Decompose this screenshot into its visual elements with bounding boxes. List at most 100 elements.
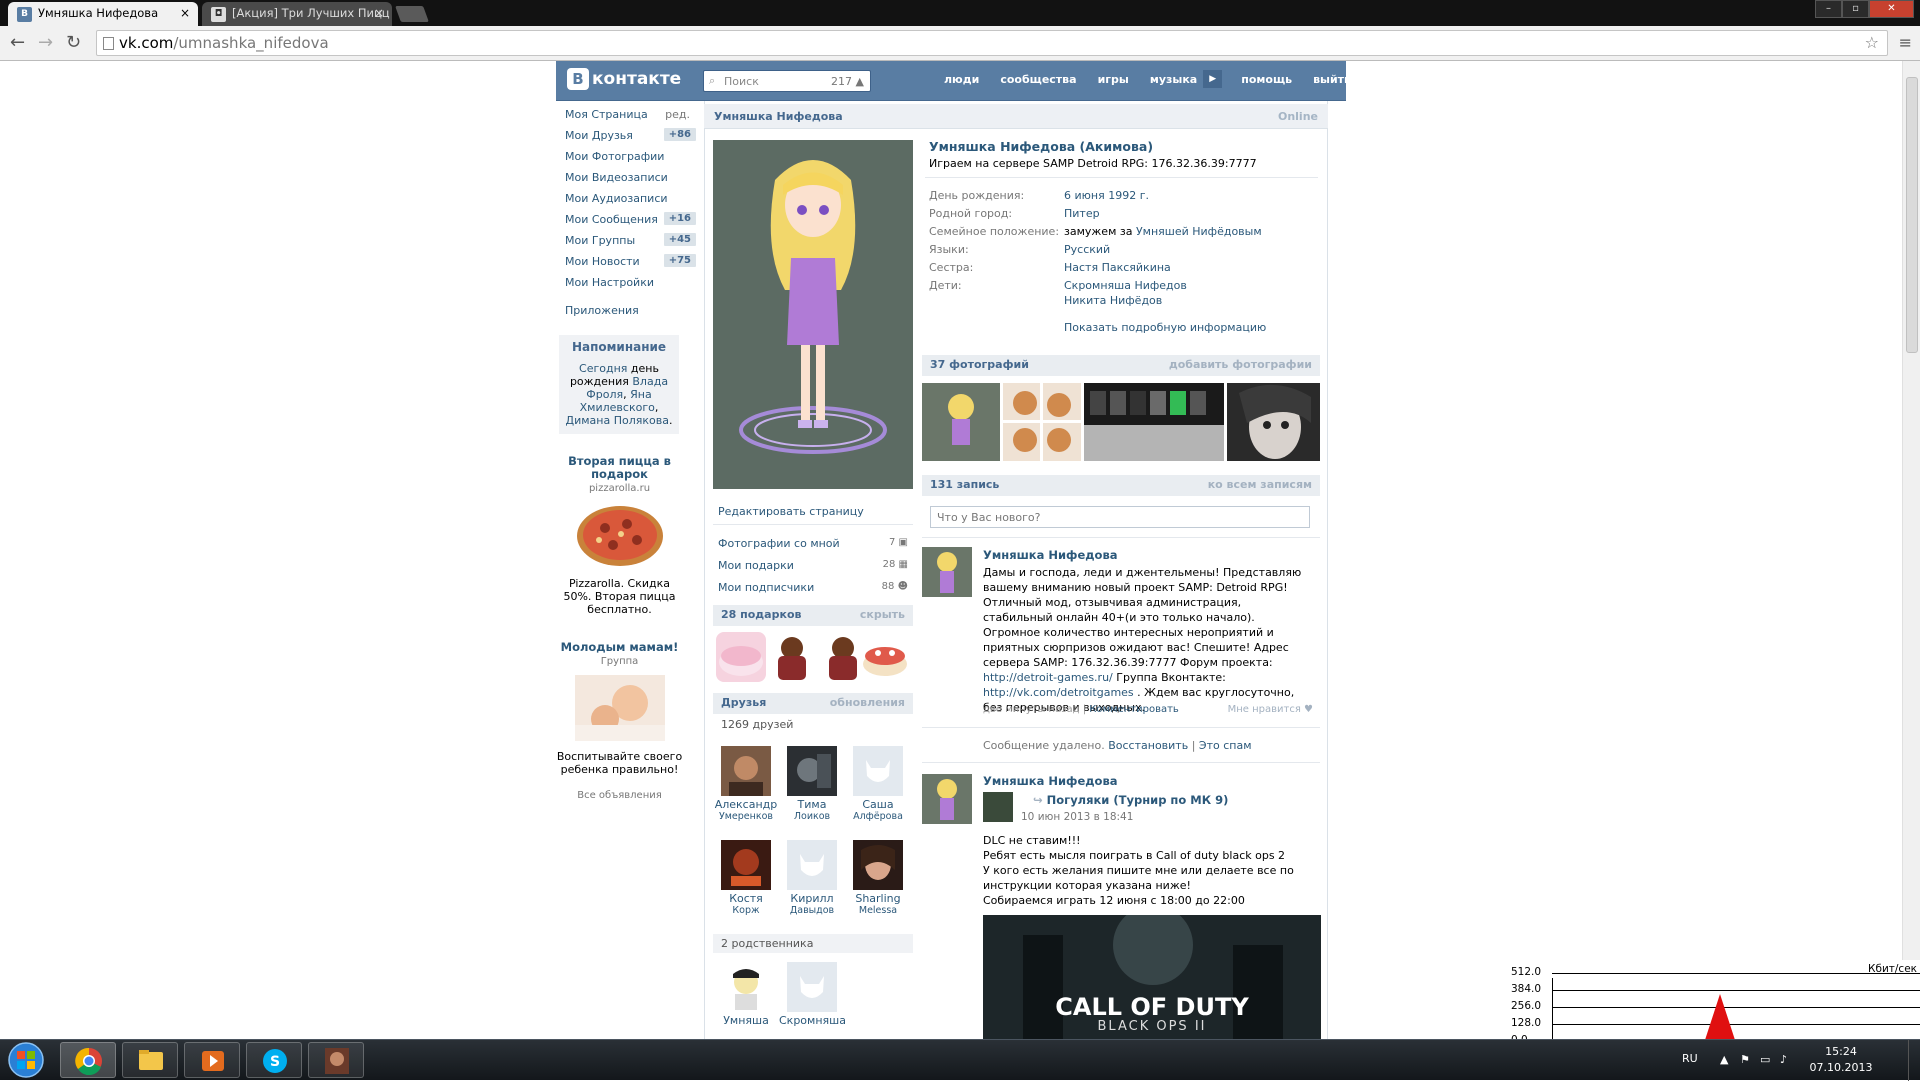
default-avatar-icon[interactable] [787, 962, 837, 1012]
game-taskbar-button[interactable] [308, 1042, 364, 1078]
vk-logo[interactable]: Bконтакте [567, 68, 681, 94]
repost-date[interactable]: 10 июн 2013 в 18:41 [1021, 811, 1133, 823]
post-author-avatar[interactable] [922, 547, 972, 597]
all-ads-link[interactable]: Все объявления [556, 790, 683, 801]
baby-image[interactable] [574, 675, 665, 741]
menu-my-messages[interactable]: Мои Сообщения +16 [556, 210, 696, 231]
my-gifts-link[interactable]: Мои подарки 28 ▦ [718, 559, 908, 572]
friends-updates-link[interactable]: обновления [830, 696, 905, 709]
search-input[interactable]: ⌕ Поиск 217 ▲ [703, 70, 871, 92]
post-author[interactable]: Умняшка Нифедова [983, 774, 1118, 788]
friend-card[interactable]: Александр Умеренков [713, 746, 779, 822]
menu-my-settings[interactable]: Мои Настройки [556, 273, 696, 294]
friend-first-name[interactable]: Александр [713, 799, 779, 811]
like-button[interactable]: Мне нравится ♥ [1228, 704, 1313, 715]
pizza-image[interactable] [575, 500, 665, 568]
repost-group-avatar[interactable] [983, 792, 1013, 822]
spam-link[interactable]: Это спам [1199, 739, 1252, 752]
default-avatar-icon[interactable] [787, 840, 837, 890]
relative-card[interactable]: Умняша [713, 962, 779, 1027]
gift-cake-icon[interactable] [860, 632, 910, 682]
show-desktop-button[interactable] [1908, 1040, 1920, 1081]
nav-people[interactable]: люди [944, 73, 979, 88]
forward-arrow-icon[interactable]: → [38, 32, 53, 53]
start-button-icon[interactable] [4, 1041, 48, 1079]
menu-apps[interactable]: Приложения [556, 301, 696, 322]
edit-page-link[interactable]: Редактировать страницу [718, 505, 864, 518]
clock-date[interactable]: 07.10.2013 [1806, 1061, 1876, 1074]
friend-card[interactable]: Sharling Melessa [845, 840, 911, 916]
page-scrollbar[interactable] [1902, 61, 1920, 1039]
profile-avatar[interactable] [713, 140, 913, 489]
gifts-header[interactable]: 28 подарков скрыть [713, 605, 913, 626]
my-followers-link[interactable]: Мои подписчики 88 ☻ [718, 581, 908, 594]
close-window-button[interactable]: ✕ [1869, 0, 1914, 18]
edit-link[interactable]: ред. [665, 108, 690, 121]
friend-last-name[interactable]: Melessa [845, 905, 911, 916]
minimize-button[interactable]: – [1815, 0, 1842, 18]
relative-avatar[interactable] [721, 962, 771, 1012]
hide-gifts-link[interactable]: скрыть [860, 608, 905, 621]
friend-avatar[interactable] [853, 840, 903, 890]
photos-header[interactable]: 37 фотографий добавить фотографии [922, 355, 1320, 376]
new-post-input[interactable]: Что у Вас нового? [930, 506, 1310, 528]
friend-last-name[interactable]: Лоиков [779, 811, 845, 822]
default-avatar-icon[interactable] [853, 746, 903, 796]
all-posts-link[interactable]: ко всем записям [1208, 478, 1312, 491]
tab-inactive[interactable]: ◘ [Акция] Три Лучших Пицц × [202, 2, 392, 26]
nav-communities[interactable]: сообщества [1000, 73, 1076, 88]
friend-first-name[interactable]: Костя [713, 893, 779, 905]
reload-icon[interactable]: ↻ [66, 32, 81, 53]
maximize-button[interactable]: ▫ [1842, 0, 1869, 18]
ad-title[interactable]: Молодым мамам! [556, 641, 683, 654]
menu-my-friends[interactable]: Мои Друзья +86 [556, 126, 696, 147]
tab-active[interactable]: B Умняшка Нифедова × [8, 2, 198, 26]
friend-card[interactable]: Тима Лоиков [779, 746, 845, 822]
add-photos-link[interactable]: добавить фотографии [1169, 358, 1312, 371]
friend-last-name[interactable]: Корж [713, 905, 779, 916]
menu-my-audios[interactable]: Мои Аудиозаписи [556, 189, 696, 210]
photo-thumbnail[interactable] [1003, 383, 1081, 461]
skype-taskbar-button[interactable]: S [246, 1042, 302, 1078]
nav-games[interactable]: игры [1098, 73, 1129, 88]
friend-first-name[interactable]: Саша [845, 799, 911, 811]
volume-icon[interactable]: ♪ [1780, 1053, 1787, 1066]
relative-card[interactable]: Скромняша [779, 962, 846, 1027]
nav-help[interactable]: помощь [1241, 73, 1292, 88]
friend-card[interactable]: Кирилл Давыдов [779, 840, 845, 916]
menu-my-news[interactable]: Мои Новости +75 [556, 252, 696, 273]
close-icon[interactable]: × [180, 6, 190, 20]
profile-status[interactable]: Играем на сервере SAMP Detroid RPG: 176.… [929, 157, 1257, 170]
back-arrow-icon[interactable]: ← [10, 32, 25, 53]
new-tab-button[interactable] [395, 6, 429, 22]
scrollbar-thumb[interactable] [1906, 77, 1918, 353]
network-icon[interactable]: ▭ [1760, 1053, 1770, 1066]
friends-header[interactable]: Друзья обновления [713, 693, 913, 714]
menu-icon[interactable]: ≡ [1899, 33, 1912, 52]
play-icon[interactable]: ▶ [1203, 70, 1223, 88]
show-more-info-link[interactable]: Показать подробную информацию [1064, 321, 1266, 334]
photo-thumbnail[interactable] [1084, 383, 1224, 461]
friend-card[interactable]: Костя Корж [713, 840, 779, 916]
ad-pizza[interactable]: Вторая пицца в подарок pizzarolla.ru Piz… [556, 455, 683, 617]
friend-avatar[interactable] [721, 840, 771, 890]
menu-my-videos[interactable]: Мои Видеозаписи [556, 168, 696, 189]
menu-my-photos[interactable]: Мои Фотографии [556, 147, 696, 168]
restore-link[interactable]: Восстановить [1108, 739, 1188, 752]
gift-bear-icon[interactable] [767, 632, 817, 682]
show-hidden-icons-icon[interactable]: ▲ [1720, 1053, 1728, 1066]
friend-avatar[interactable] [787, 746, 837, 796]
nav-music[interactable]: музыка [1150, 73, 1197, 88]
post-time[interactable]: две минуты назад [983, 704, 1080, 715]
address-bar[interactable]: vk.com/umnashka_nifedova ☆ [96, 30, 1888, 56]
post-author-avatar[interactable] [922, 774, 972, 824]
close-icon[interactable]: × [374, 6, 384, 20]
friend-last-name[interactable]: Умеренков [713, 811, 779, 822]
friend-first-name[interactable]: Кирилл [779, 893, 845, 905]
comment-link[interactable]: Комментировать [1089, 704, 1179, 715]
relative-name[interactable]: Умняша [713, 1015, 779, 1027]
explorer-taskbar-button[interactable] [122, 1042, 178, 1078]
friend-avatar[interactable] [721, 746, 771, 796]
post-link[interactable]: http://detroit-games.ru/ [983, 671, 1113, 684]
post-link[interactable]: http://vk.com/detroitgames [983, 686, 1134, 699]
